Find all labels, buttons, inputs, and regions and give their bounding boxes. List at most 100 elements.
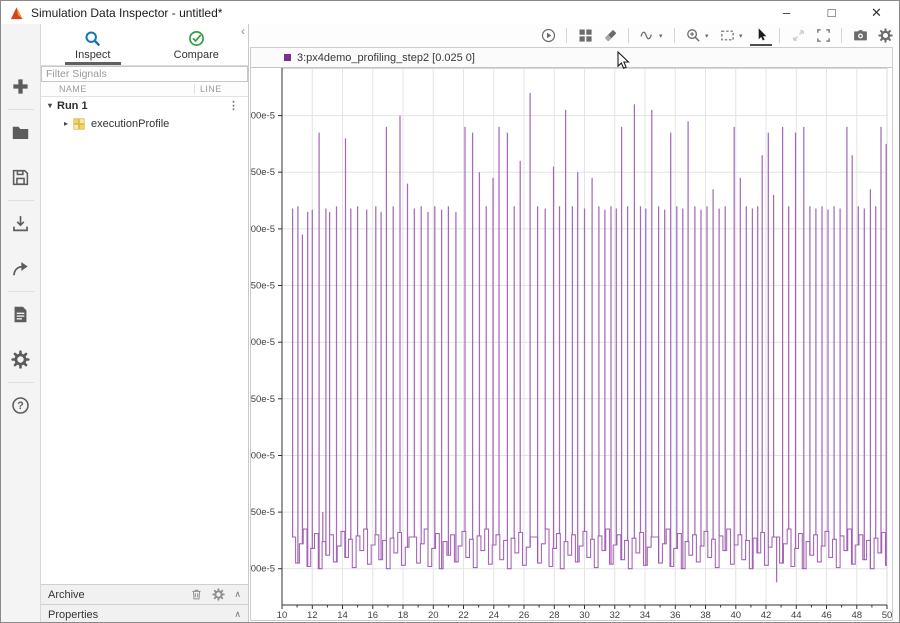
subplots-button[interactable]: [574, 25, 596, 46]
plot-area-region: ▾ ▾ ▾: [249, 24, 900, 623]
download-icon: [11, 214, 30, 233]
cursor-arrow-icon: [754, 27, 769, 42]
share-arrow-icon: [11, 259, 30, 278]
fullscreen-brackets-icon: [816, 28, 831, 43]
left-toolbar: ?: [1, 24, 41, 623]
plot-toolbar: ▾ ▾ ▾: [537, 24, 896, 47]
svg-text:26: 26: [519, 610, 530, 619]
chart-canvas[interactable]: 6.00e-55.50e-55.00e-54.50e-54.00e-53.50e…: [251, 68, 892, 619]
save-button[interactable]: [1, 155, 41, 200]
chevron-up-icon[interactable]: ∧: [234, 589, 241, 600]
line-style-button[interactable]: [636, 25, 658, 46]
gear-icon[interactable]: [212, 588, 225, 601]
plus-icon: [11, 77, 30, 96]
active-tab-underline: [65, 62, 121, 65]
dropdown-caret-icon[interactable]: ▾: [705, 32, 713, 40]
svg-text:12: 12: [307, 610, 318, 619]
close-button[interactable]: ✕: [854, 1, 899, 24]
check-circle-icon: [188, 30, 205, 47]
svg-text:4.50e-5: 4.50e-5: [251, 281, 275, 292]
svg-text:32: 32: [610, 610, 621, 619]
chevron-up-icon[interactable]: ∧: [234, 609, 241, 620]
tab-inspect[interactable]: Inspect: [41, 24, 145, 65]
svg-text:5.00e-5: 5.00e-5: [251, 224, 275, 235]
open-button[interactable]: [1, 110, 41, 155]
execution-profile-label: executionProfile: [91, 118, 169, 130]
svg-text:38: 38: [700, 610, 711, 619]
signal-browser-panel: Inspect Compare ‹ NAME LINE ▾ Run 1 ⋮ ▸: [41, 24, 249, 623]
create-report-button[interactable]: [1, 292, 41, 337]
chart-legend: 3:px4demo_profiling_step2 [0.025 0]: [251, 48, 892, 68]
minimize-button[interactable]: –: [764, 1, 809, 24]
toolbar-separator: [566, 28, 567, 43]
tree-row-run1[interactable]: ▾ Run 1 ⋮: [41, 97, 248, 114]
toolbar-separator: [841, 28, 842, 43]
fit-rectangle-icon: [720, 28, 735, 43]
dropdown-caret-icon[interactable]: ▾: [739, 32, 747, 40]
plot-settings-button[interactable]: [874, 25, 896, 46]
toolbar-separator: [779, 28, 780, 43]
caret-down-icon[interactable]: ▾: [48, 101, 52, 110]
preferences-button[interactable]: [1, 337, 41, 382]
column-line: LINE: [195, 84, 248, 94]
properties-bar[interactable]: Properties ∧: [41, 604, 248, 623]
zoom-button[interactable]: [682, 25, 704, 46]
svg-text:?: ?: [17, 400, 24, 412]
replay-button[interactable]: [537, 25, 559, 46]
maximize-button[interactable]: □: [809, 1, 854, 24]
svg-text:5.50e-5: 5.50e-5: [251, 167, 275, 178]
archive-label: Archive: [48, 589, 85, 601]
tab-compare-label: Compare: [174, 49, 219, 61]
play-circle-icon: [541, 28, 556, 43]
svg-text:10: 10: [277, 610, 288, 619]
help-button[interactable]: ?: [1, 383, 41, 428]
svg-text:30: 30: [579, 610, 590, 619]
svg-text:42: 42: [761, 610, 772, 619]
svg-text:48: 48: [852, 610, 863, 619]
fit-to-view-button[interactable]: [716, 25, 738, 46]
legend-swatch: [284, 54, 291, 61]
magnifier-plus-icon: [686, 28, 701, 43]
svg-text:14: 14: [337, 610, 348, 619]
signal-series: [292, 93, 887, 582]
tree-row-execution-profile[interactable]: ▸ executionProfile: [41, 114, 248, 133]
collapse-panel-icon[interactable]: ‹: [241, 25, 245, 37]
fullscreen-button[interactable]: [812, 25, 834, 46]
svg-text:20: 20: [428, 610, 439, 619]
execution-profile-icon: [73, 118, 85, 130]
diagonal-arrows-icon: [791, 28, 806, 43]
gear-icon: [11, 350, 30, 369]
caret-right-icon[interactable]: ▸: [64, 119, 68, 128]
filter-signals-input[interactable]: [41, 66, 248, 82]
tab-compare[interactable]: Compare: [145, 24, 249, 65]
expand-button: [787, 25, 809, 46]
export-button[interactable]: [1, 246, 41, 291]
svg-text:34: 34: [640, 610, 651, 619]
tab-inspect-label: Inspect: [75, 49, 110, 61]
svg-text:22: 22: [458, 610, 469, 619]
svg-text:3.50e-5: 3.50e-5: [251, 394, 275, 405]
clear-subplots-button[interactable]: [599, 25, 621, 46]
kebab-menu-icon[interactable]: ⋮: [228, 101, 239, 111]
column-name: NAME: [41, 84, 194, 94]
dropdown-caret-icon[interactable]: ▾: [659, 32, 667, 40]
svg-text:24: 24: [489, 610, 500, 619]
plot-canvas-wrap[interactable]: 6.00e-55.50e-55.00e-54.50e-54.00e-53.50e…: [251, 68, 892, 619]
grid-icon: [578, 28, 593, 43]
chart-panel: 3:px4demo_profiling_step2 [0.025 0] 6.00…: [250, 47, 893, 621]
properties-label: Properties: [48, 609, 98, 621]
trash-icon[interactable]: [190, 588, 203, 601]
svg-text:28: 28: [549, 610, 560, 619]
archive-bar[interactable]: Archive ∧: [41, 584, 248, 604]
folder-icon: [11, 123, 30, 142]
add-button[interactable]: [1, 64, 41, 109]
import-button[interactable]: [1, 201, 41, 246]
svg-text:46: 46: [821, 610, 832, 619]
signal-wave-icon: [640, 28, 655, 43]
snapshot-button[interactable]: [849, 25, 871, 46]
svg-text:4.00e-5: 4.00e-5: [251, 337, 275, 348]
pointer-button[interactable]: [750, 25, 772, 46]
svg-text:2.50e-5: 2.50e-5: [251, 507, 275, 518]
svg-text:40: 40: [731, 610, 742, 619]
panel-tabs: Inspect Compare ‹: [41, 24, 248, 66]
